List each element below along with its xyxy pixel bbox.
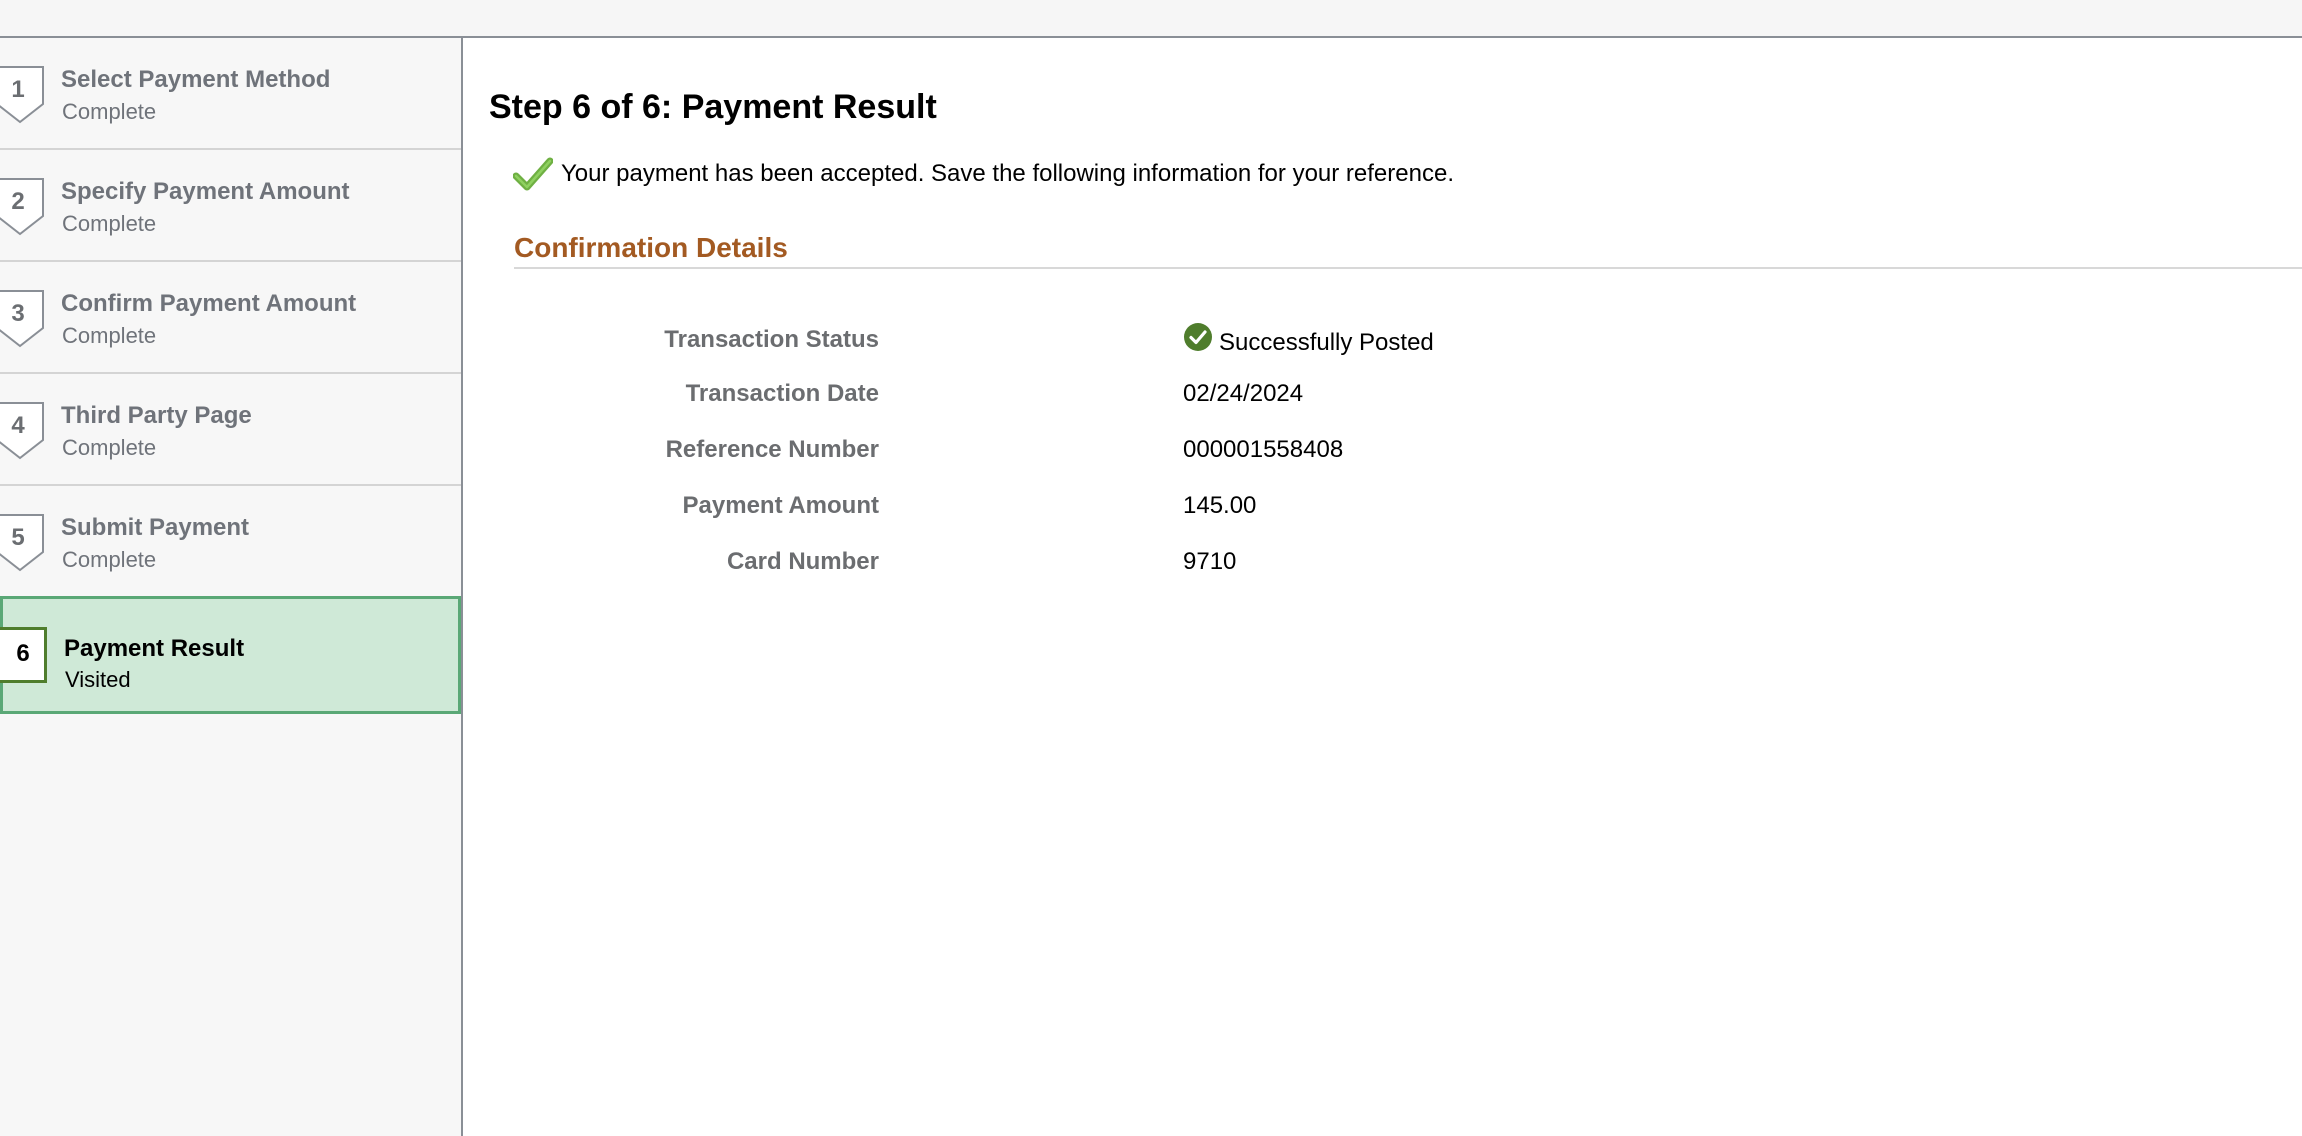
detail-label: Transaction Date bbox=[685, 380, 879, 407]
step-title: Submit Payment bbox=[61, 514, 250, 541]
check-circle-icon bbox=[1183, 322, 1213, 357]
step-item-1[interactable]: 1 Select Payment Method Complete bbox=[0, 38, 461, 150]
checkmark-icon bbox=[512, 156, 554, 197]
step-status: Visited bbox=[65, 667, 131, 692]
section-divider bbox=[514, 267, 2302, 269]
step-title: Payment Result bbox=[64, 635, 245, 662]
detail-row-reference-number: Reference Number 000001558408 bbox=[463, 436, 1463, 476]
step-number: 3 bbox=[11, 300, 25, 327]
section-title: Confirmation Details bbox=[514, 232, 788, 263]
step-item-4[interactable]: 4 Third Party Page Complete bbox=[0, 374, 461, 486]
step-status: Complete bbox=[62, 323, 157, 348]
step-navigation: 1 Select Payment Method Complete 2 Speci… bbox=[0, 38, 463, 1136]
detail-row-payment-amount: Payment Amount 145.00 bbox=[463, 492, 1463, 532]
detail-value: 9710 bbox=[1183, 548, 1237, 575]
step-title: Third Party Page bbox=[61, 402, 252, 429]
detail-label: Transaction Status bbox=[664, 326, 879, 353]
step-number: 4 bbox=[11, 412, 25, 439]
step-item-2[interactable]: 2 Specify Payment Amount Complete bbox=[0, 150, 461, 262]
step-title: Specify Payment Amount bbox=[61, 178, 350, 205]
top-bar bbox=[0, 0, 2302, 38]
detail-label: Payment Amount bbox=[682, 492, 879, 519]
step-item-6-active[interactable]: 6 Payment Result Visited bbox=[0, 596, 461, 714]
detail-row-transaction-date: Transaction Date 02/24/2024 bbox=[463, 380, 1463, 420]
step-item-5[interactable]: 5 Submit Payment Complete bbox=[0, 486, 461, 598]
detail-row-card-number: Card Number 9710 bbox=[463, 548, 1463, 588]
step-status: Complete bbox=[62, 211, 157, 236]
detail-value: 02/24/2024 bbox=[1183, 380, 1304, 407]
detail-value: 000001558408 bbox=[1183, 436, 1344, 463]
step-title: Select Payment Method bbox=[61, 66, 331, 93]
step-number: 5 bbox=[11, 524, 25, 551]
step-title: Confirm Payment Amount bbox=[61, 290, 357, 317]
step-number: 6 bbox=[16, 640, 30, 667]
detail-label: Card Number bbox=[726, 548, 879, 575]
step-number: 2 bbox=[11, 188, 25, 215]
step-item-3[interactable]: 3 Confirm Payment Amount Complete bbox=[0, 262, 461, 374]
step-status: Complete bbox=[62, 435, 157, 460]
main-content: Step 6 of 6: Payment Result Your payment… bbox=[463, 38, 2302, 1136]
detail-value: Successfully Posted bbox=[1219, 329, 1434, 356]
detail-label: Reference Number bbox=[665, 436, 879, 463]
detail-row-transaction-status: Transaction Status Successfully Posted bbox=[463, 323, 1463, 366]
success-message-text: Your payment has been accepted. Save the… bbox=[561, 160, 1454, 187]
step-status: Complete bbox=[62, 99, 157, 124]
step-status: Complete bbox=[62, 547, 157, 572]
step-number: 1 bbox=[11, 76, 25, 103]
page-title: Step 6 of 6: Payment Result bbox=[489, 88, 937, 126]
detail-value: 145.00 bbox=[1183, 492, 1257, 519]
